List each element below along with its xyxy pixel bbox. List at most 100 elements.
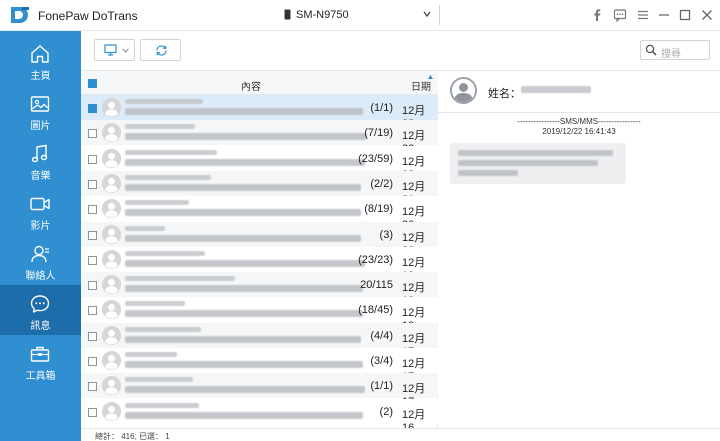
avatar	[102, 401, 121, 421]
minimize-icon[interactable]	[657, 8, 671, 22]
device-name: SM-N9750	[296, 9, 349, 21]
sidebar-item-label: 訊息	[30, 321, 51, 332]
table-row[interactable]: (2)12月 16	[81, 398, 438, 434]
close-icon[interactable]	[700, 8, 714, 22]
column-header-content[interactable]: 內容	[241, 78, 261, 93]
sidebar: 主頁 圖片 音樂 影片 聯絡人 訊息 工具箱	[0, 31, 81, 441]
facebook-icon[interactable]	[590, 8, 604, 22]
sidebar-item-contacts[interactable]: 聯絡人	[0, 235, 81, 285]
column-header-date[interactable]: 日期	[411, 78, 431, 93]
avatar	[102, 249, 121, 269]
redacted-text	[458, 160, 598, 166]
sort-arrow-icon	[428, 75, 433, 79]
redacted-sender	[125, 174, 211, 180]
row-checkbox[interactable]	[88, 306, 97, 316]
status-bar: 總計： 416; 已選： 1	[81, 428, 720, 441]
avatar	[102, 325, 121, 345]
redacted-sender	[125, 149, 217, 155]
sidebar-item-label: 聯絡人	[25, 271, 56, 282]
device-selector[interactable]: SM-N9750	[280, 5, 440, 25]
message-count: (23/23)	[358, 253, 393, 266]
search-icon	[645, 44, 657, 56]
menu-icon[interactable]	[636, 8, 650, 22]
redacted-preview	[125, 361, 363, 368]
message-count: (23/59)	[358, 152, 393, 165]
avatar	[102, 300, 121, 320]
feedback-icon[interactable]	[613, 8, 627, 22]
maximize-icon[interactable]	[678, 8, 692, 22]
redacted-text	[458, 150, 613, 156]
person-icon	[102, 123, 121, 143]
message-count: (2/2)	[370, 177, 393, 190]
table-row[interactable]: (23/59)12月 23	[81, 145, 438, 181]
contact-name-redacted	[521, 86, 591, 93]
table-row[interactable]: (1/1)12月 23	[81, 95, 438, 130]
redacted-sender	[125, 301, 185, 307]
status-text: 總計： 416; 已選： 1	[95, 432, 170, 441]
sidebar-item-photos[interactable]: 圖片	[0, 85, 81, 135]
person-icon	[102, 351, 121, 370]
redacted-preview	[125, 285, 363, 293]
contact-avatar	[450, 77, 477, 104]
export-to-pc-button[interactable]	[94, 39, 135, 61]
search-input[interactable]: 搜尋	[640, 40, 710, 60]
sidebar-item-toolbox[interactable]: 工具箱	[0, 335, 81, 385]
table-row[interactable]: (4/4)12月 17	[81, 322, 438, 358]
row-checkbox[interactable]	[88, 230, 97, 240]
row-checkbox[interactable]	[88, 154, 97, 164]
table-row[interactable]: (1/1)12月 17	[81, 373, 438, 408]
message-icon	[30, 295, 50, 313]
row-checkbox[interactable]	[88, 281, 97, 291]
message-count: (1/1)	[370, 380, 393, 393]
message-count: (18/45)	[358, 304, 393, 317]
redacted-sender	[125, 225, 165, 231]
redacted-sender	[125, 326, 201, 332]
table-row[interactable]: (2/2)12月 21	[81, 170, 438, 206]
person-icon	[102, 249, 121, 269]
redacted-preview	[125, 209, 361, 217]
table-row[interactable]: (3/4)12月 17	[81, 348, 438, 383]
table-row[interactable]: 20/11512月 19	[81, 272, 438, 307]
computer-icon	[104, 44, 117, 56]
redacted-preview	[125, 310, 363, 318]
avatar	[102, 351, 121, 370]
row-checkbox[interactable]	[88, 255, 97, 265]
sidebar-item-home[interactable]: 主頁	[0, 35, 81, 85]
message-count: (3/4)	[370, 355, 393, 367]
row-checkbox[interactable]	[88, 357, 97, 366]
person-icon	[102, 98, 121, 117]
person-icon	[102, 224, 121, 244]
avatar	[102, 123, 121, 143]
sidebar-item-videos[interactable]: 影片	[0, 185, 81, 235]
table-row[interactable]: (3)12月 20	[81, 221, 438, 257]
refresh-button[interactable]	[140, 39, 181, 61]
row-checkbox[interactable]	[88, 407, 97, 417]
table-row[interactable]: (23/23)12月 19	[81, 246, 438, 282]
avatar	[102, 275, 121, 295]
select-all-checkbox[interactable]	[88, 79, 97, 88]
row-checkbox[interactable]	[88, 331, 97, 341]
row-checkbox[interactable]	[88, 382, 97, 392]
sidebar-item-messages[interactable]: 訊息	[0, 285, 81, 335]
row-checkbox[interactable]	[88, 129, 97, 139]
row-checkbox[interactable]	[88, 205, 97, 215]
message-count: (8/19)	[364, 203, 393, 216]
message-count: (4/4)	[370, 329, 393, 342]
list-header: 內容 日期	[81, 71, 438, 95]
toolbar: 搜尋	[81, 31, 720, 71]
sidebar-item-music[interactable]: 音樂	[0, 135, 81, 185]
avatar	[102, 98, 121, 117]
row-checkbox[interactable]	[88, 179, 97, 189]
app-logo-icon	[11, 7, 29, 23]
message-count: (2)	[379, 405, 393, 418]
title-bar: FonePaw DoTrans SM-N9750	[0, 0, 720, 31]
person-icon	[102, 401, 121, 421]
row-checkbox[interactable]	[88, 104, 97, 113]
search-placeholder: 搜尋	[661, 49, 681, 60]
app-title: FonePaw DoTrans	[38, 9, 138, 23]
table-row[interactable]: (8/19)12月 20	[81, 196, 438, 231]
avatar	[102, 173, 121, 193]
table-row[interactable]: (18/45)12月 19	[81, 297, 438, 332]
table-row[interactable]: (7/19)12月 23	[81, 120, 438, 155]
conversation-detail: 姓名： ----------------SMS/MMS-------------…	[438, 71, 720, 428]
